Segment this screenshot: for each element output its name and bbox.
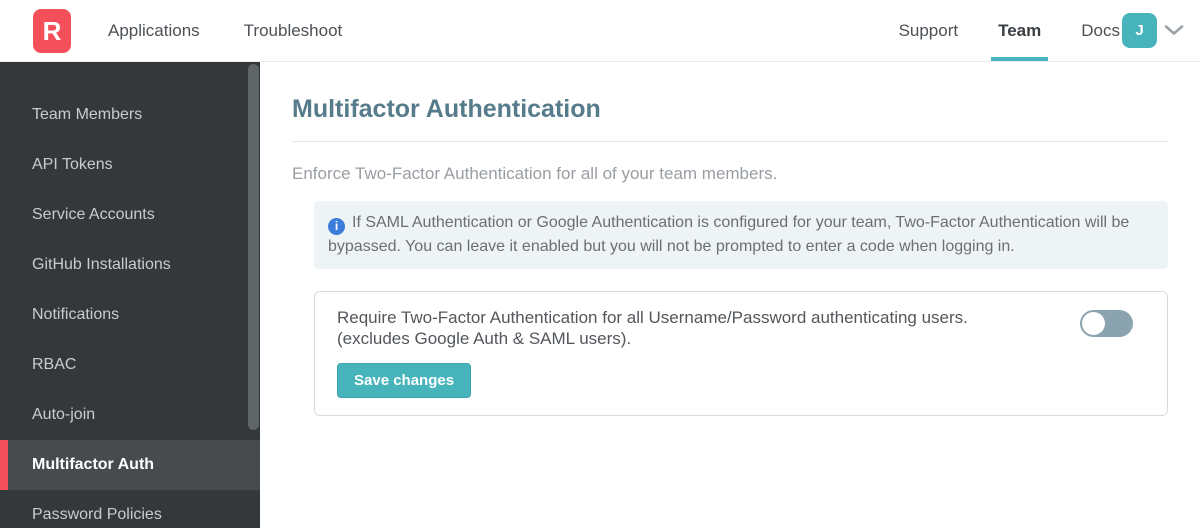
page-title: Multifactor Authentication — [292, 95, 601, 123]
two-factor-setting-card: Require Two-Factor Authentication for al… — [314, 291, 1168, 416]
info-icon: i — [328, 217, 345, 235]
save-changes-button[interactable]: Save changes — [337, 363, 472, 398]
sidebar-item-rbac[interactable]: RBAC — [0, 340, 260, 390]
toggle-knob — [1082, 312, 1105, 335]
nav-item-applications[interactable]: Applications — [108, 0, 200, 61]
setting-label: Require Two-Factor Authentication for al… — [337, 307, 1060, 349]
sidebar-item-multifactor-auth[interactable]: Multifactor Auth — [0, 440, 260, 490]
nav-item-support[interactable]: Support — [899, 0, 959, 61]
nav-item-docs[interactable]: Docs — [1081, 0, 1120, 61]
chevron-down-icon[interactable] — [1164, 25, 1184, 36]
sidebar-item-team-members[interactable]: Team Members — [0, 90, 260, 140]
sidebar-item-auto-join[interactable]: Auto-join — [0, 390, 260, 440]
sidebar-item-service-accounts[interactable]: Service Accounts — [0, 190, 260, 240]
app-logo-letter: R — [42, 15, 62, 46]
title-divider — [292, 141, 1168, 142]
sidebar-scrollbar-thumb[interactable] — [248, 64, 259, 430]
two-factor-toggle[interactable] — [1080, 310, 1133, 337]
sidebar: Team Members API Tokens Service Accounts… — [0, 62, 260, 528]
user-avatar[interactable]: J — [1122, 13, 1157, 48]
app-logo[interactable]: R — [33, 8, 71, 53]
setting-label-line2: (excludes Google Auth & SAML users). — [337, 329, 632, 348]
page-subtitle: Enforce Two-Factor Authentication for al… — [292, 164, 778, 183]
sidebar-item-password-policies[interactable]: Password Policies — [0, 490, 260, 528]
nav-item-troubleshoot[interactable]: Troubleshoot — [244, 0, 343, 61]
sidebar-item-notifications[interactable]: Notifications — [0, 290, 260, 340]
main-content: Multifactor Authentication Enforce Two-F… — [260, 62, 1200, 528]
sidebar-item-github-installations[interactable]: GitHub Installations — [0, 240, 260, 290]
setting-label-line1: Require Two-Factor Authentication for al… — [337, 308, 968, 327]
secondary-nav: Support Team Docs — [899, 0, 1120, 61]
info-banner-text: If SAML Authentication or Google Authent… — [328, 214, 1130, 255]
primary-nav: Applications Troubleshoot — [108, 0, 342, 61]
sidebar-nav-list: Team Members API Tokens Service Accounts… — [0, 62, 260, 528]
sidebar-item-api-tokens[interactable]: API Tokens — [0, 140, 260, 190]
nav-item-team[interactable]: Team — [991, 0, 1049, 61]
top-navbar: R Applications Troubleshoot Support Team… — [0, 0, 1200, 62]
info-banner: i If SAML Authentication or Google Authen… — [314, 201, 1168, 269]
